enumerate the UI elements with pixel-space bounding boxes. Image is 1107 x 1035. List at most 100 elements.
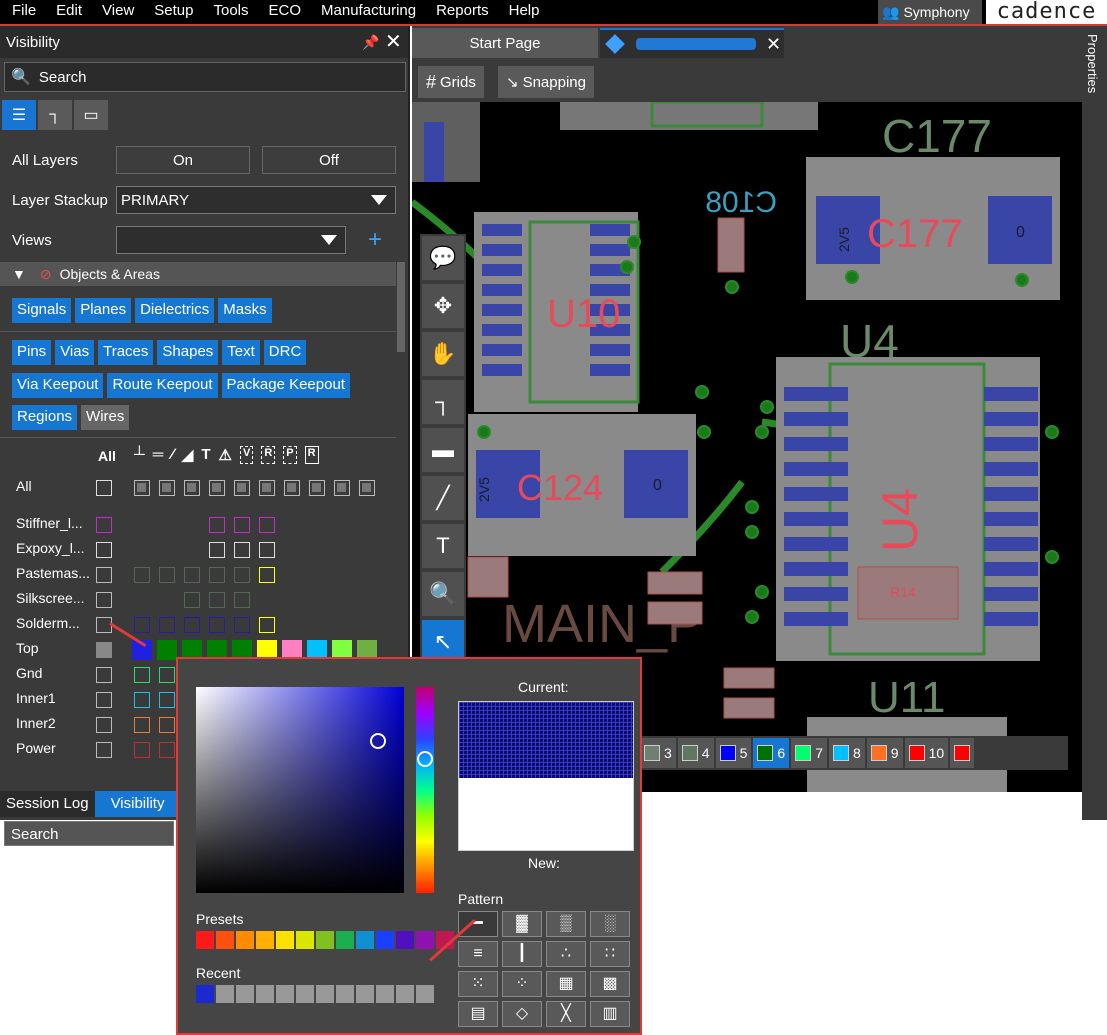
chip-traces[interactable]: Traces [98,340,154,365]
hand-tool-icon[interactable]: ✋ [422,332,464,376]
column-all-toggle[interactable] [234,480,250,496]
layer-color-swatch[interactable] [209,592,225,608]
chip-route-keepout[interactable]: Route Keepout [107,373,218,398]
layer-color-swatch[interactable] [209,617,225,633]
layer-color-swatch[interactable] [259,517,275,533]
pin-icon[interactable]: 📌 [362,34,379,51]
tab-start-page[interactable]: Start Page [412,28,598,58]
layer-5[interactable]: 5 [715,738,752,768]
pattern-option-icon[interactable]: ┃ [502,941,542,967]
menu-help[interactable]: Help [499,0,550,24]
menu-edit[interactable]: Edit [46,0,92,24]
layer-color-swatch[interactable] [184,592,200,608]
preset-swatch[interactable] [296,931,314,949]
preset-swatch[interactable] [336,931,354,949]
keepout-v-column-icon[interactable]: V [239,446,254,464]
column-all-toggle[interactable] [334,480,350,496]
text-column-icon[interactable]: T [201,446,210,464]
layer-color-swatch[interactable] [134,667,150,683]
recent-swatch[interactable] [416,985,434,1003]
tab-session-log[interactable]: Session Log [0,791,95,817]
column-all-toggle[interactable] [134,480,150,496]
recent-swatch[interactable] [356,985,374,1003]
chip-masks[interactable]: Masks [218,298,272,323]
column-all-toggle[interactable] [259,480,275,496]
layer-color-swatch[interactable] [259,617,275,633]
chip-pins[interactable]: Pins [12,340,52,365]
zoom-tool-icon[interactable]: 🔍 [422,572,464,616]
menu-tools[interactable]: Tools [203,0,258,24]
layer-all-toggle[interactable] [96,692,112,708]
warning-column-icon[interactable]: ⚠ [219,446,232,464]
close-icon[interactable]: ✕ [766,34,781,55]
pattern-option-icon[interactable]: ▥ [590,1001,630,1027]
layer-color-swatch[interactable] [159,742,175,758]
preset-swatch[interactable] [356,931,374,949]
preset-swatch[interactable] [196,931,214,949]
grids-button[interactable]: # Grids [418,66,484,98]
recent-swatch[interactable] [256,985,274,1003]
column-all-toggle[interactable] [284,480,300,496]
pattern-option-icon[interactable]: ∷ [590,941,630,967]
layer-color-swatch[interactable] [157,640,177,660]
recent-swatch[interactable] [336,985,354,1003]
layer-10[interactable]: 10 [904,738,949,768]
layer-color-swatch[interactable] [159,667,175,683]
preset-swatch[interactable] [236,931,254,949]
route-icon[interactable]: ┐ [38,100,72,130]
bottom-search-input[interactable]: Search [4,821,174,846]
pin-column-icon[interactable]: ┴ [134,446,145,464]
layer-color-swatch[interactable] [134,567,150,583]
pattern-option-icon[interactable]: ▦ [546,971,586,997]
column-all-toggle[interactable] [359,480,375,496]
layer-color-swatch[interactable] [259,567,275,583]
menu-setup[interactable]: Setup [144,0,203,24]
chip-dielectrics[interactable]: Dielectrics [135,298,215,323]
menu-view[interactable]: View [92,0,144,24]
pattern-option-icon[interactable]: ≡ [458,941,498,967]
layer-color-swatch[interactable] [159,717,175,733]
all-layers-off-button[interactable]: Off [262,146,396,174]
pattern-option-icon[interactable]: ░ [590,911,630,937]
layer-color-swatch[interactable] [209,517,225,533]
pattern-option-icon[interactable]: ╳ [546,1001,586,1027]
layer-all-toggle[interactable] [96,742,112,758]
tab-design[interactable]: ✕ [600,28,784,58]
add-shape-tool-icon[interactable]: ▬ [422,428,464,472]
hue-handle[interactable] [417,751,433,767]
layer-color-swatch[interactable] [134,742,150,758]
snapping-button[interactable]: ↘ Snapping [498,66,594,98]
chip-vias[interactable]: Vias [55,340,95,365]
recent-swatch[interactable] [216,985,234,1003]
all-layers-on-button[interactable]: On [116,146,250,174]
keepout-r-column-icon[interactable]: R [261,446,276,464]
chip-drc[interactable]: DRC [263,340,307,365]
layer-color-swatch[interactable] [234,592,250,608]
tab-visibility[interactable]: Visibility [94,791,181,817]
column-all-toggle[interactable] [309,480,325,496]
color-picker-handle[interactable] [370,733,386,749]
preset-swatch[interactable] [376,931,394,949]
layer-all-toggle[interactable] [96,667,112,683]
preset-swatch[interactable] [216,931,234,949]
pattern-option-icon[interactable]: ⁙ [458,971,498,997]
chip-text[interactable]: Text [222,340,260,365]
preset-swatch[interactable] [416,931,434,949]
layer-color-swatch[interactable] [234,567,250,583]
recent-swatch[interactable] [316,985,334,1003]
add-view-icon[interactable]: + [368,226,382,254]
recent-swatch[interactable] [376,985,394,1003]
layer-4[interactable]: 4 [677,738,714,768]
layer-all-toggle[interactable] [96,567,112,583]
recent-swatch[interactable] [196,985,214,1003]
monitor-icon[interactable]: ▭ [74,100,108,130]
comment-tool-icon[interactable]: 💬 [422,236,464,280]
layer-color-swatch[interactable] [134,617,150,633]
chip-wires[interactable]: Wires [81,405,130,430]
layer-3[interactable]: 3 [640,738,676,768]
layer-all-toggle[interactable] [96,592,112,608]
layers-icon[interactable]: ☰ [2,100,36,130]
preset-swatch[interactable] [316,931,334,949]
pattern-option-icon[interactable]: ⁘ [502,971,542,997]
region-column-icon[interactable]: R [304,446,319,464]
